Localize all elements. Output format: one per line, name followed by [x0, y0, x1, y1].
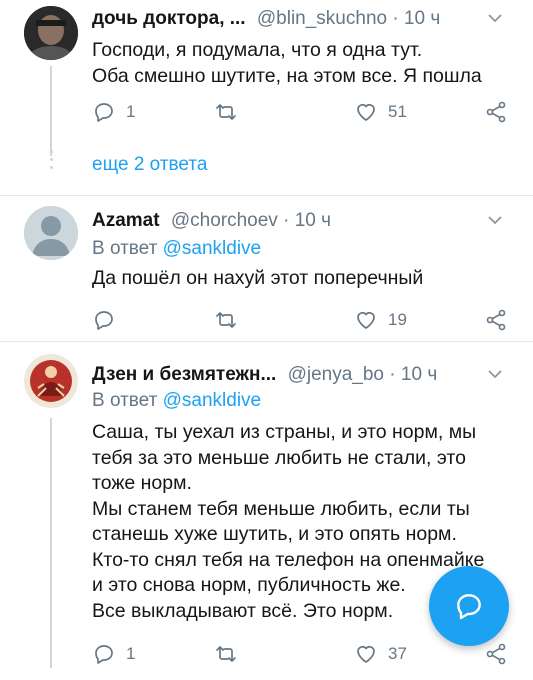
compose-reply-icon: [457, 594, 481, 620]
retweet-button[interactable]: [214, 640, 238, 668]
tweet-actions: 1 51: [92, 98, 512, 126]
avatar[interactable]: [24, 6, 78, 60]
avatar[interactable]: [24, 354, 78, 408]
separator-dot: ·: [283, 210, 290, 231]
author-name[interactable]: Azamat: [92, 210, 160, 231]
avatar-image: [24, 354, 78, 408]
reply-count: 1: [126, 644, 136, 663]
retweet-icon: [216, 104, 236, 120]
tweet-header: Azamat @chorchoev · 10 ч: [92, 210, 331, 232]
reply-context: В ответ @sankldive: [92, 390, 261, 412]
author-name[interactable]: дочь доктора, ...: [92, 8, 246, 29]
heart-icon: [357, 104, 375, 121]
share-icon: [486, 101, 506, 123]
reply-prefix: В ответ: [92, 390, 158, 411]
share-icon: [486, 643, 506, 665]
timestamp: 10 ч: [400, 364, 438, 385]
mention-link[interactable]: @sankldive: [163, 238, 262, 259]
like-button[interactable]: 19: [354, 306, 407, 334]
avatar-photo: [24, 6, 78, 60]
retweet-button[interactable]: [214, 98, 238, 126]
separator-dot: ·: [389, 364, 396, 385]
tweet-actions: 1 37: [92, 640, 512, 668]
reply-count: 1: [126, 102, 136, 121]
retweet-icon: [216, 646, 236, 662]
mention-link[interactable]: @sankldive: [163, 390, 262, 411]
chevron-down-icon[interactable]: [487, 10, 503, 28]
retweet-button[interactable]: [214, 306, 238, 334]
share-button[interactable]: [484, 98, 508, 126]
thread-line: [50, 66, 52, 156]
tweet-text: Да пошёл он нахуй этот поперечный: [92, 267, 424, 289]
author-name[interactable]: Дзен и безмятежн...: [92, 364, 276, 385]
retweet-icon: [216, 312, 236, 328]
timestamp: 10 ч: [294, 210, 332, 231]
reply-icon: [95, 645, 113, 664]
thread-line: [50, 418, 52, 668]
reply-icon: [95, 103, 113, 122]
separator-dot: ·: [392, 8, 399, 29]
author-handle[interactable]: @chorchoev: [171, 210, 278, 231]
share-button[interactable]: [484, 306, 508, 334]
chevron-down-icon[interactable]: [487, 366, 503, 384]
tweet-header: Дзен и безмятежн... @jenya_bo · 10 ч: [92, 364, 437, 386]
like-count: 37: [388, 644, 407, 663]
reply-prefix: В ответ: [92, 238, 158, 259]
like-button[interactable]: 51: [354, 98, 407, 126]
tweet-text: Господи, я подумала, что я одна тут. Оба…: [92, 39, 482, 87]
chevron-down-icon[interactable]: [487, 212, 503, 230]
heart-icon: [357, 646, 375, 663]
reply-button[interactable]: 1: [92, 98, 135, 126]
reply-button[interactable]: 1: [92, 640, 135, 668]
reply-icon: [95, 311, 113, 330]
like-count: 19: [388, 310, 407, 329]
avatar[interactable]: [24, 206, 78, 260]
author-handle[interactable]: @jenya_bo: [288, 364, 384, 385]
tweet-actions: 19: [92, 306, 512, 334]
reply-context: В ответ @sankldive: [92, 238, 261, 260]
like-count: 51: [388, 102, 407, 121]
timestamp: 10 ч: [403, 8, 441, 29]
heart-icon: [357, 312, 375, 329]
author-handle[interactable]: @blin_skuchno: [257, 8, 387, 29]
tweet-2[interactable]: Azamat @chorchoev · 10 ч В ответ @sankld…: [0, 196, 533, 341]
like-button[interactable]: 37: [354, 640, 407, 668]
tweet-header: дочь доктора, ... @blin_skuchno · 10 ч: [92, 8, 440, 30]
default-avatar-icon: [24, 206, 78, 260]
tweet-1[interactable]: дочь доктора, ... @blin_skuchno · 10 ч Г…: [0, 0, 533, 195]
show-more-replies-link[interactable]: еще 2 ответа: [92, 154, 207, 176]
tweet-text: Саша, ты уехал из страны, и это норм, мы…: [92, 421, 485, 622]
share-button[interactable]: [484, 640, 508, 668]
compose-reply-button[interactable]: [429, 566, 509, 646]
thread-dots: [50, 150, 53, 174]
share-icon: [486, 309, 506, 331]
reply-button[interactable]: [92, 306, 126, 334]
